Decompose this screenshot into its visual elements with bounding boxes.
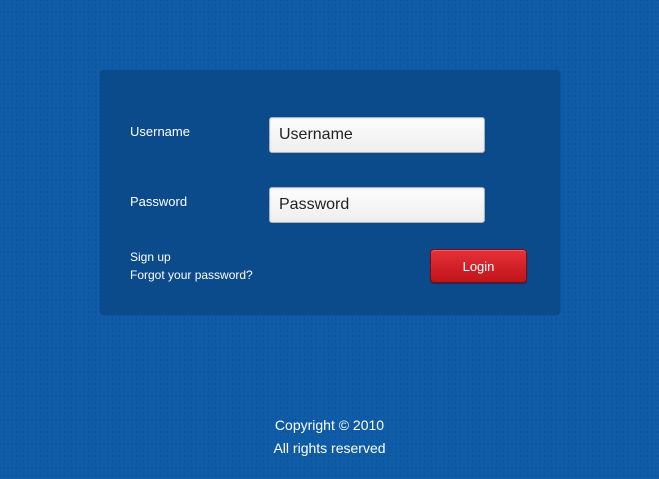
password-label: Password	[130, 194, 188, 209]
login-button[interactable]: Login	[430, 249, 527, 283]
forgot-password-link[interactable]: Forgot your password?	[130, 268, 253, 282]
footer: Copyright © 2010 All rights reserved	[0, 414, 659, 460]
rights-text: All rights reserved	[273, 440, 386, 456]
signup-link[interactable]: Sign up	[130, 250, 171, 264]
username-input[interactable]	[269, 117, 485, 153]
username-label: Username	[130, 124, 190, 139]
login-panel: Username Password Sign up Forgot your pa…	[100, 70, 560, 315]
password-input[interactable]	[269, 187, 485, 223]
copyright-text: Copyright © 2010	[274, 417, 385, 433]
